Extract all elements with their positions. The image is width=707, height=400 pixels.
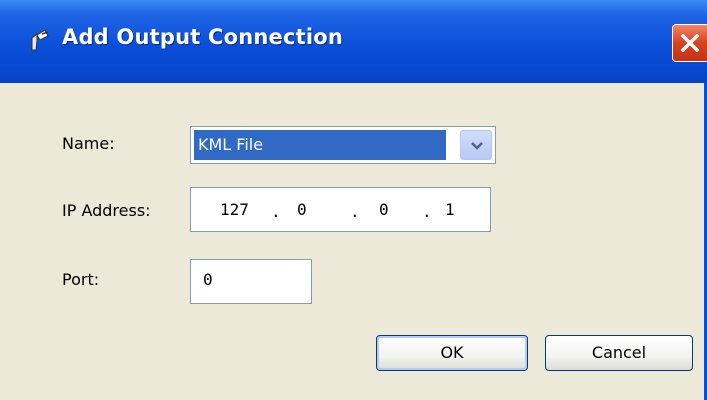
- ip-octet-2[interactable]: 0: [297, 200, 307, 219]
- name-dropdown[interactable]: KML File: [190, 126, 496, 164]
- ip-address-field[interactable]: 127 . 0 . 0 . 1: [190, 187, 491, 232]
- window-title: Add Output Connection: [62, 25, 344, 49]
- dropdown-button[interactable]: [460, 130, 492, 160]
- ok-button[interactable]: OK: [376, 335, 528, 371]
- add-output-connection-dialog: Add Output Connection Name: KML File IP …: [0, 0, 707, 400]
- name-label: Name:: [62, 134, 115, 153]
- ip-address-label: IP Address:: [62, 201, 151, 220]
- title-bar[interactable]: Add Output Connection: [0, 0, 707, 83]
- port-field[interactable]: 0: [190, 259, 312, 304]
- ip-separator: .: [350, 202, 360, 221]
- port-label: Port:: [62, 270, 100, 289]
- name-dropdown-value: KML File: [194, 130, 446, 160]
- chevron-down-icon: [471, 142, 483, 150]
- ip-octet-1[interactable]: 127: [220, 200, 249, 219]
- output-connection-icon: [28, 28, 50, 52]
- cancel-button[interactable]: Cancel: [545, 335, 693, 371]
- ip-separator: .: [422, 202, 432, 221]
- close-button[interactable]: [672, 24, 707, 62]
- ip-octet-3[interactable]: 0: [379, 200, 389, 219]
- ip-separator: .: [271, 202, 281, 221]
- close-icon: [681, 34, 699, 52]
- ip-octet-4[interactable]: 1: [445, 200, 455, 219]
